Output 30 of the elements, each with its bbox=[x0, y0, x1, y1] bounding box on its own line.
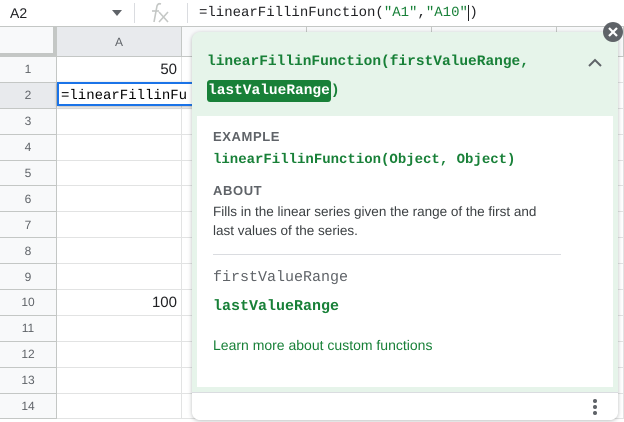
row-header[interactable]: 7 bbox=[0, 212, 57, 238]
row-header[interactable]: 14 bbox=[0, 394, 57, 420]
more-options-icon[interactable] bbox=[592, 398, 598, 416]
row-header[interactable]: 13 bbox=[0, 368, 57, 394]
function-signature: linearFillinFunction(firstValueRange, lastValueRange) bbox=[207, 48, 580, 106]
section-heading: ABOUT bbox=[213, 183, 262, 198]
row-header[interactable]: 9 bbox=[0, 264, 57, 290]
learn-more-link[interactable]: Learn more about custom functions bbox=[213, 337, 432, 353]
row-header[interactable]: 6 bbox=[0, 186, 57, 212]
formula-field[interactable]: =linearFillinFunction("A1","A10") bbox=[199, 5, 478, 21]
table-cell: 100 bbox=[57, 290, 182, 316]
row-header[interactable]: 8 bbox=[0, 238, 57, 264]
dropdown-caret-icon[interactable] bbox=[112, 10, 122, 16]
row-header[interactable]: 10 bbox=[0, 290, 57, 316]
name-box[interactable]: A2 bbox=[0, 5, 110, 21]
parameter-name: lastValueRange bbox=[213, 298, 340, 315]
row-header[interactable]: 5 bbox=[0, 160, 57, 186]
row-header[interactable]: 2 bbox=[0, 82, 57, 109]
column-header[interactable]: A bbox=[57, 27, 182, 57]
collapse-chevron-icon[interactable] bbox=[588, 58, 602, 67]
row-header[interactable]: 4 bbox=[0, 134, 57, 161]
row-header[interactable]: 11 bbox=[0, 316, 57, 342]
row-header[interactable]: 1 bbox=[0, 57, 57, 83]
row-header[interactable]: 12 bbox=[0, 342, 57, 368]
row-header[interactable]: 3 bbox=[0, 108, 57, 135]
description: Fills in the linear series given the range of the first and last values of the series. bbox=[213, 203, 538, 240]
section-heading: EXAMPLE bbox=[213, 129, 280, 144]
close-icon[interactable] bbox=[603, 22, 623, 42]
parameter-name: firstValueRange bbox=[213, 269, 348, 286]
example-code: linearFillinFunction(Object, Object) bbox=[213, 152, 516, 168]
